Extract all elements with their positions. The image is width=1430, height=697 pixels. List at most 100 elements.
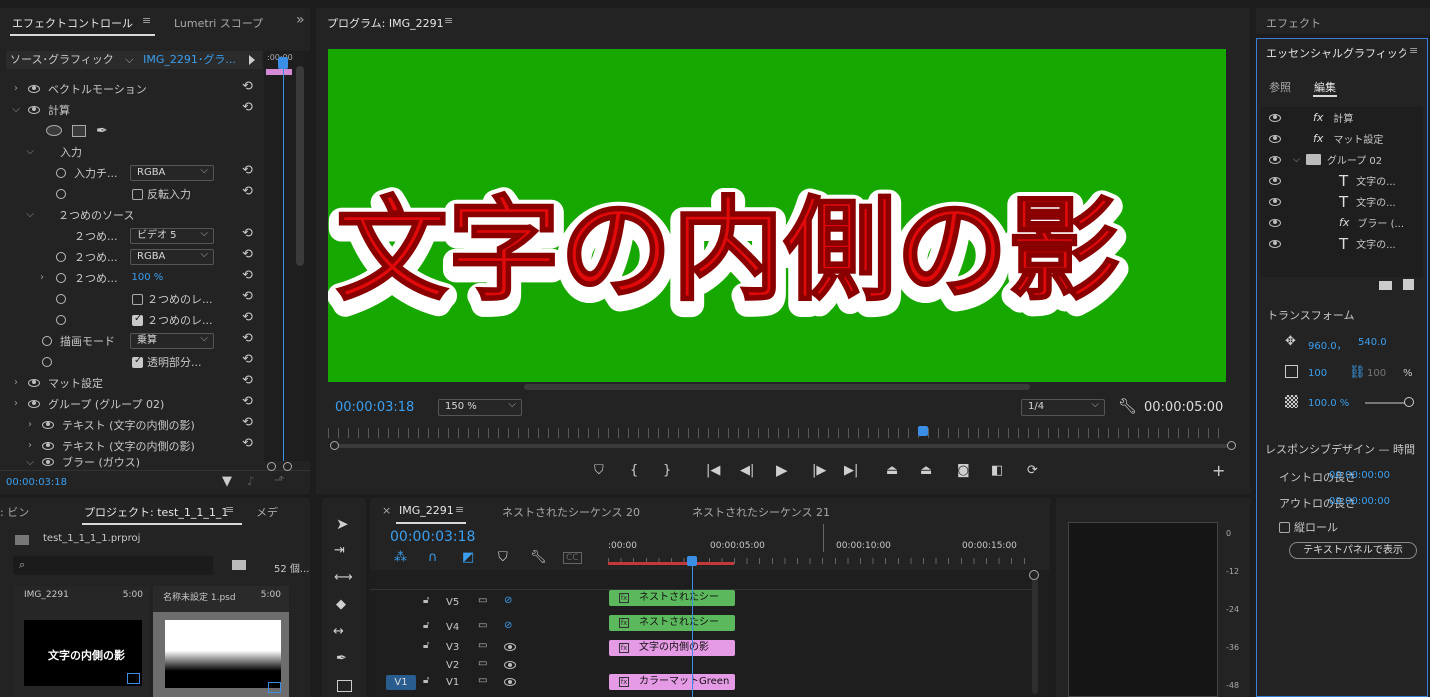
timeline-scrollbar[interactable] — [1032, 574, 1038, 694]
scrub-ruler[interactable] — [328, 428, 1228, 438]
pen-mask-icon[interactable]: ✒ — [96, 123, 108, 139]
reset-icon[interactable]: ⟲ — [242, 352, 253, 367]
effect-row[interactable]: › グループ (グループ 02) — [10, 393, 164, 414]
property-checkbox[interactable] — [132, 293, 143, 305]
eye-icon[interactable] — [1269, 176, 1281, 185]
ellipse-mask-icon[interactable] — [46, 125, 62, 136]
reset-icon[interactable]: ⟲ — [242, 163, 253, 178]
stopwatch-icon[interactable] — [56, 167, 66, 178]
project-item[interactable]: 名称未設定 1.psd 5:00 — [153, 586, 289, 697]
eye-icon[interactable] — [28, 84, 40, 93]
reset-icon[interactable]: ⟲ — [242, 394, 253, 409]
eye-icon[interactable] — [1269, 113, 1281, 122]
tab-lumetri-scopes[interactable]: Lumetri スコープ — [174, 15, 263, 31]
zoom-handle-icon[interactable] — [267, 462, 276, 471]
sync-lock-icon[interactable]: ▭ — [478, 595, 487, 606]
audio-play-icon[interactable]: ♪ — [247, 474, 255, 488]
go-to-in-icon[interactable]: |◀ — [706, 463, 720, 478]
lock-icon[interactable]: 🔓︎ — [423, 595, 429, 606]
opacity-slider[interactable] — [1365, 402, 1409, 404]
eye-hidden-icon[interactable]: ⊘ — [504, 620, 512, 631]
zoom-dropdown[interactable]: 150 % — [438, 398, 522, 416]
lift-icon[interactable]: ⏏ — [886, 463, 898, 478]
lock-icon[interactable]: 🔓︎ — [423, 675, 429, 686]
layer-item[interactable]: ⌵ グループ 02 — [1269, 149, 1382, 170]
reset-icon[interactable]: ⟲ — [242, 247, 253, 262]
lock-icon[interactable]: 🔓︎ — [423, 640, 429, 651]
effect-row[interactable]: ⌵ 計算 — [10, 99, 70, 120]
eye-icon[interactable] — [42, 458, 54, 466]
reset-icon[interactable]: ⟲ — [242, 268, 253, 283]
mark-in-icon[interactable]: { — [630, 463, 638, 478]
mini-scrollbar[interactable] — [296, 66, 304, 266]
rectangle-tool-icon[interactable] — [337, 680, 352, 692]
layer-item[interactable]: T 文字の... — [1269, 191, 1396, 212]
multicam-icon[interactable]: ⟳ — [1027, 463, 1038, 478]
ripple-edit-tool-icon[interactable]: ⟷ — [334, 570, 353, 585]
time-ruler[interactable]: :00:00 00:00:05:00 00:00:10:00 00:00:15:… — [608, 524, 1030, 568]
timeline-settings-wrench-icon[interactable]: 🔧︎ — [530, 550, 547, 565]
tab-nested-sequence-20[interactable]: ネストされたシーケンス 20 — [502, 504, 640, 520]
roll-checkbox[interactable] — [1279, 522, 1290, 533]
layer-item[interactable]: fx 計算 — [1269, 107, 1353, 128]
play-audio-icon[interactable] — [249, 55, 255, 65]
property-checkbox[interactable] — [132, 313, 143, 326]
stopwatch-icon[interactable] — [56, 188, 66, 199]
opacity-slider-handle[interactable] — [1404, 397, 1414, 407]
timeline-timecode[interactable]: 00:00:03:18 — [390, 529, 475, 545]
chevron-down-icon[interactable]: ⌵ — [24, 457, 36, 468]
add-button-icon[interactable]: + — [1212, 461, 1225, 480]
new-group-icon[interactable] — [1379, 281, 1392, 290]
tab-sequence[interactable]: IMG_2291 — [399, 504, 454, 517]
filter-icon[interactable]: ▼ — [222, 474, 232, 489]
chevron-right-icon[interactable]: › — [10, 377, 22, 388]
new-layer-icon[interactable] — [1403, 279, 1414, 290]
wrench-icon[interactable]: 🔧︎ — [1118, 397, 1137, 415]
step-forward-icon[interactable]: |▶ — [812, 463, 826, 478]
project-item[interactable]: IMG_2291 5:00 文字の内側の影 — [14, 586, 149, 697]
add-marker-icon[interactable]: ⛉ — [498, 550, 508, 565]
track-header-v4[interactable]: 🔓︎ V4 ▭ ⊘ — [370, 618, 606, 638]
zoom-bar[interactable] — [336, 444, 1230, 448]
source-selector[interactable]: ソース･グラフィック ⌵ IMG_2291･グラ... — [6, 51, 262, 69]
sync-lock-icon[interactable]: ▭ — [478, 658, 487, 669]
resolution-dropdown[interactable]: 1/4 — [1021, 398, 1105, 416]
go-to-out-icon[interactable]: ▶| — [844, 463, 858, 478]
layer-item[interactable]: T 文字の... — [1269, 170, 1396, 191]
play-icon[interactable]: ▶ — [776, 461, 788, 479]
chevron-down-icon[interactable]: ⌵ — [1293, 155, 1300, 165]
add-marker-icon[interactable]: ⛉ — [594, 463, 604, 478]
expand-panels-icon[interactable]: » — [296, 12, 305, 28]
nest-toggle-icon[interactable]: ⁂ — [394, 550, 407, 565]
effect-row[interactable]: › テキスト (文字の内側の影) — [24, 435, 195, 456]
zoom-handle-icon[interactable] — [283, 462, 292, 471]
intro-value[interactable]: 00:00:00:00 — [1329, 470, 1390, 481]
opacity-value[interactable]: 100 % — [132, 272, 164, 283]
panel-menu-icon[interactable]: ≡ — [142, 14, 151, 27]
tab-project[interactable]: プロジェクト: test_1_1_1_1 — [84, 504, 228, 520]
chevron-down-icon[interactable]: ⌵ — [24, 146, 36, 157]
panel-menu-icon[interactable]: ≡ — [455, 503, 464, 516]
step-back-icon[interactable]: ◀| — [740, 463, 754, 478]
tab-nested-sequence-21[interactable]: ネストされたシーケンス 21 — [692, 504, 830, 520]
extract-icon[interactable]: ⏏ — [920, 463, 932, 478]
track-header-v3[interactable]: 🔓︎ V3 ▭ — [370, 638, 606, 658]
camera-icon[interactable]: ◙ — [957, 463, 970, 478]
comparison-view-icon[interactable]: ◧ — [991, 463, 1003, 478]
eye-icon[interactable] — [504, 643, 516, 651]
chevron-down-icon[interactable]: ⌵ — [10, 104, 22, 115]
tab-browse[interactable]: 参照 — [1269, 79, 1291, 95]
tab-edit[interactable]: 編集 — [1314, 79, 1336, 95]
property-checkbox[interactable] — [132, 355, 143, 368]
chevron-right-icon[interactable]: › — [10, 83, 22, 94]
effect-row[interactable]: › ベクトルモーション — [10, 78, 147, 99]
position-y-value[interactable]: 540.0 — [1358, 337, 1387, 348]
reset-icon[interactable]: ⟲ — [242, 100, 253, 115]
chevron-down-icon[interactable]: ⌵ — [24, 209, 36, 220]
lock-icon[interactable]: 🔓︎ — [423, 620, 429, 631]
text-panel-button[interactable]: テキストパネルで表示 — [1289, 542, 1417, 559]
eye-icon[interactable] — [1269, 197, 1281, 206]
tab-effect-controls[interactable]: エフェクトコントロール — [12, 15, 133, 31]
second-source-dropdown[interactable]: ビデオ 5 — [130, 227, 214, 244]
tab-effects[interactable]: エフェクト — [1266, 15, 1321, 31]
